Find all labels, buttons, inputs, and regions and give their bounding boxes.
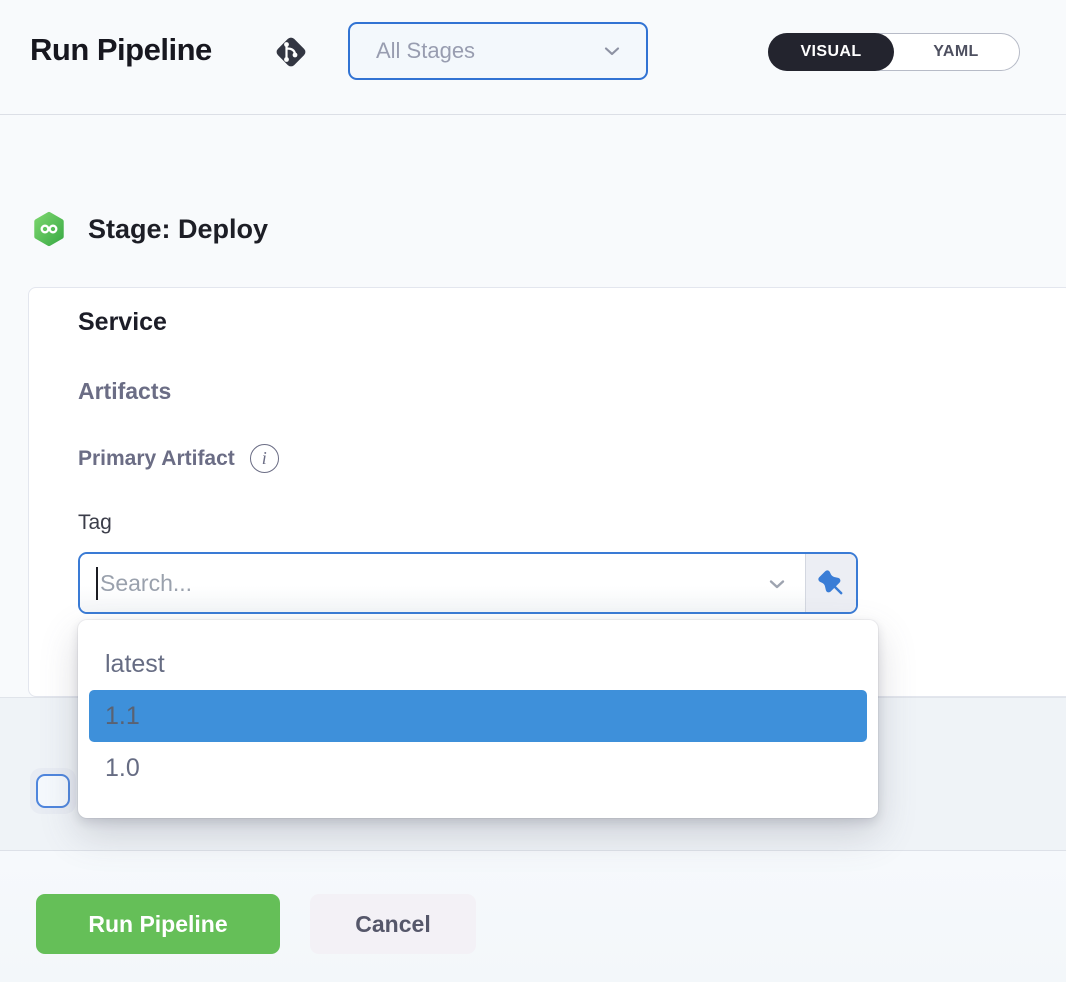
primary-artifact-label: Primary Artifact bbox=[78, 447, 235, 471]
cd-stage-icon bbox=[30, 210, 68, 248]
tag-option-1-1[interactable]: 1.1 bbox=[89, 690, 867, 742]
view-mode-toggle: VISUAL YAML bbox=[768, 33, 1020, 71]
cancel-button[interactable]: Cancel bbox=[310, 894, 476, 954]
chevron-down-icon bbox=[765, 572, 789, 596]
run-pipeline-dialog: Run Pipeline All Stages VISUAL YAML bbox=[0, 0, 1066, 982]
option-checkbox[interactable] bbox=[36, 774, 70, 808]
pin-icon bbox=[818, 570, 844, 596]
pin-button[interactable] bbox=[805, 554, 856, 612]
stage-filter-select[interactable]: All Stages bbox=[348, 22, 648, 80]
tag-options-menu: latest 1.1 1.0 bbox=[78, 620, 878, 818]
tag-option-1-0[interactable]: 1.0 bbox=[89, 742, 867, 794]
tag-option-latest[interactable]: latest bbox=[89, 638, 867, 690]
page-title: Run Pipeline bbox=[30, 32, 212, 68]
toggle-visual[interactable]: VISUAL bbox=[768, 33, 894, 71]
primary-artifact-row: Primary Artifact i bbox=[78, 444, 279, 473]
run-pipeline-button[interactable]: Run Pipeline bbox=[36, 894, 280, 954]
service-heading: Service bbox=[78, 308, 167, 337]
tag-search-input[interactable] bbox=[80, 554, 805, 612]
tag-search-field bbox=[80, 554, 805, 612]
header: Run Pipeline All Stages VISUAL YAML bbox=[0, 0, 1066, 115]
footer: Run Pipeline Cancel bbox=[0, 850, 1066, 982]
tag-combobox[interactable] bbox=[78, 552, 858, 614]
info-icon[interactable]: i bbox=[250, 444, 279, 473]
stage-heading-row: Stage: Deploy bbox=[30, 210, 268, 248]
stage-filter-value: All Stages bbox=[376, 38, 475, 64]
text-cursor bbox=[96, 567, 98, 600]
git-diamond-icon bbox=[271, 32, 311, 72]
tag-label: Tag bbox=[78, 511, 112, 535]
toggle-yaml[interactable]: YAML bbox=[893, 34, 1019, 70]
stage-label: Stage: Deploy bbox=[88, 214, 268, 245]
artifacts-heading: Artifacts bbox=[78, 378, 171, 405]
chevron-down-icon bbox=[600, 39, 624, 63]
